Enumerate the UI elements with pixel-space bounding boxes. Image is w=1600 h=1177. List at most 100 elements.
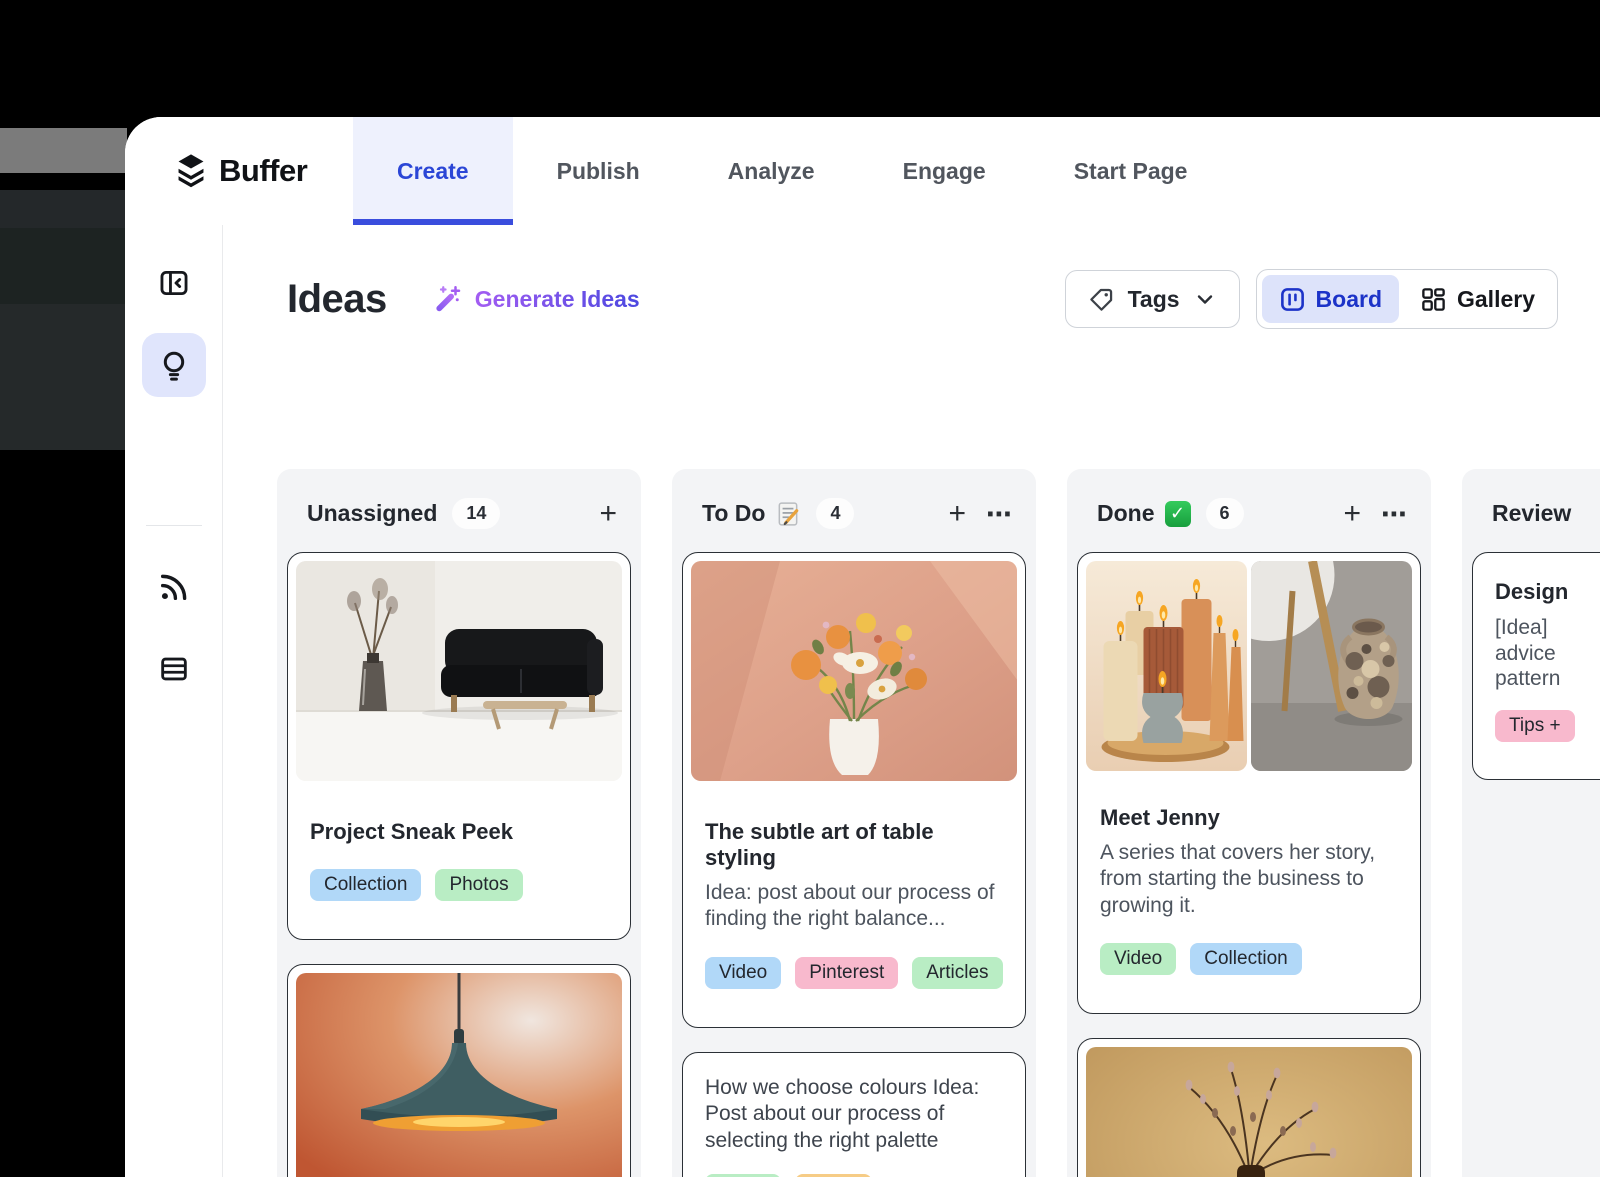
- card-list: Meet Jenny A series that covers her stor…: [1067, 531, 1431, 1177]
- card-tags: Tips +: [1495, 710, 1600, 742]
- tag-pinterest[interactable]: Pinterest: [795, 957, 898, 989]
- card-body: The subtle art of table styling Idea: po…: [683, 789, 1025, 1027]
- card-tags: Video Collection: [1100, 943, 1400, 975]
- column-title: To Do: [702, 500, 801, 527]
- idea-card[interactable]: All About Earth Tones: [1077, 1038, 1421, 1177]
- tab-publish[interactable]: Publish: [513, 117, 684, 225]
- top-navigation: Buffer Create Publish Analyze Engage Sta…: [125, 117, 1600, 225]
- page-title: Ideas: [287, 277, 387, 322]
- card-text-lines: [Idea] advice pattern: [1495, 615, 1600, 692]
- add-idea-button[interactable]: +: [948, 499, 966, 529]
- tab-analyze[interactable]: Analyze: [684, 117, 859, 225]
- tag-articles[interactable]: Articles: [912, 957, 1002, 989]
- card-image-dried-flowers-vase: [1086, 1047, 1412, 1177]
- generate-ideas-label: Generate Ideas: [475, 286, 640, 313]
- generate-ideas-button[interactable]: Generate Ideas: [433, 284, 640, 314]
- background-window-strip: [0, 228, 125, 304]
- chevron-down-icon: [1193, 287, 1217, 311]
- tag-video[interactable]: Video: [1100, 943, 1176, 975]
- tags-button-label: Tags: [1128, 286, 1180, 313]
- nav-tabs: Create Publish Analyze Engage Start Page: [353, 117, 1231, 225]
- gallery-view-label: Gallery: [1457, 286, 1535, 313]
- page-header: Ideas Generate Ideas: [287, 269, 1558, 329]
- collapse-panel-icon: [157, 266, 191, 300]
- card-image-row: [1086, 561, 1412, 771]
- card-body: Meet Jenny A series that covers her stor…: [1078, 779, 1420, 1013]
- card-title: Meet Jenny: [1100, 805, 1400, 831]
- rss-feed-icon: [157, 570, 191, 604]
- tag-photos[interactable]: Photos: [435, 869, 522, 901]
- card-list: Project Sneak Peek Collection Photos: [277, 531, 641, 1177]
- idea-card[interactable]: How we choose colours Idea: Post about o…: [682, 1052, 1026, 1177]
- sidebar-item-content[interactable]: [142, 637, 206, 701]
- tab-engage[interactable]: Engage: [859, 117, 1030, 225]
- tag-collection[interactable]: Collection: [1190, 943, 1301, 975]
- add-idea-button[interactable]: +: [1343, 499, 1361, 529]
- tags-filter-button[interactable]: Tags: [1065, 270, 1240, 328]
- collapse-sidebar-button[interactable]: [142, 251, 206, 315]
- column-review: Review Design [Idea] advice pattern: [1462, 469, 1600, 1177]
- card-tags: Collection Photos: [310, 869, 610, 901]
- column-menu-button[interactable]: ⋯: [986, 501, 1012, 527]
- card-body: How we choose colours Idea: Post about o…: [683, 1053, 1025, 1177]
- check-emoji: ✓: [1165, 501, 1191, 527]
- tag-video[interactable]: Video: [705, 957, 781, 989]
- gallery-grid-icon: [1420, 286, 1447, 313]
- column-header: Unassigned 14 +: [277, 469, 641, 531]
- card-title: Design: [1495, 579, 1600, 605]
- magic-wand-icon: [433, 284, 463, 314]
- idea-card[interactable]: Quick Room Makeovers Time-lapse or video…: [287, 964, 631, 1177]
- idea-card[interactable]: Project Sneak Peek Collection Photos: [287, 552, 631, 940]
- idea-card[interactable]: The subtle art of table styling Idea: po…: [682, 552, 1026, 1028]
- column-count-badge: 14: [452, 498, 500, 529]
- buffer-logo-icon: [173, 153, 209, 189]
- card-image-lit-candles: [1086, 561, 1247, 771]
- kanban-board-icon: [1279, 286, 1306, 313]
- card-image-living-room-sofa: [296, 561, 622, 781]
- column-done: Done ✓ 6 + ⋯: [1067, 469, 1431, 1177]
- background-window-strip: [0, 190, 125, 228]
- memo-emoji: [775, 501, 801, 527]
- card-image-rustic-vase: [1251, 561, 1412, 771]
- buffer-app-window: Buffer Create Publish Analyze Engage Sta…: [125, 117, 1600, 1177]
- buffer-logo[interactable]: Buffer: [173, 117, 307, 225]
- lightbulb-icon: [156, 347, 192, 383]
- gallery-view-button[interactable]: Gallery: [1403, 275, 1552, 323]
- card-tags: Video Pinterest Articles: [705, 957, 1005, 989]
- idea-card[interactable]: Meet Jenny A series that covers her stor…: [1077, 552, 1421, 1014]
- tag-icon: [1088, 286, 1115, 313]
- card-description: A series that covers her story, from sta…: [1100, 840, 1400, 919]
- card-list: The subtle art of table styling Idea: po…: [672, 531, 1036, 1177]
- column-title: Review: [1492, 500, 1571, 527]
- card-body: Design [Idea] advice pattern Tips +: [1473, 553, 1600, 770]
- background-window-strip: [0, 304, 125, 450]
- column-header: To Do 4 + ⋯: [672, 469, 1036, 531]
- sidebar-item-ideas[interactable]: [142, 333, 206, 397]
- tab-create[interactable]: Create: [353, 117, 513, 225]
- column-count-badge: 6: [1206, 498, 1244, 529]
- column-title: Unassigned: [307, 500, 437, 527]
- icon-sidebar: [125, 225, 223, 1177]
- column-count-badge: 4: [816, 498, 854, 529]
- sidebar-divider: [146, 525, 202, 526]
- column-header: Done ✓ 6 + ⋯: [1067, 469, 1431, 531]
- card-title: Project Sneak Peek: [310, 819, 610, 845]
- card-image-teal-pendant-lamp: [296, 973, 622, 1177]
- sidebar-item-feed[interactable]: [142, 555, 206, 619]
- column-menu-button[interactable]: ⋯: [1381, 501, 1407, 527]
- main-content: Ideas Generate Ideas: [223, 225, 1600, 1177]
- column-title: Done ✓: [1097, 500, 1191, 527]
- board-view-button[interactable]: Board: [1262, 275, 1399, 323]
- tag-tips[interactable]: Tips +: [1495, 710, 1575, 742]
- tab-start-page[interactable]: Start Page: [1030, 117, 1232, 225]
- column-header: Review: [1462, 469, 1600, 531]
- ideas-board: Unassigned 14 +: [277, 469, 1600, 1177]
- add-idea-button[interactable]: +: [599, 499, 617, 529]
- database-icon: [157, 652, 191, 686]
- idea-card[interactable]: Design [Idea] advice pattern Tips +: [1472, 552, 1600, 780]
- board-view-label: Board: [1316, 286, 1382, 313]
- tag-collection[interactable]: Collection: [310, 869, 421, 901]
- view-toggle: Board Gallery: [1256, 269, 1558, 329]
- header-actions: Tags Board: [1065, 269, 1558, 329]
- card-text: How we choose colours Idea: Post about o…: [705, 1075, 1005, 1154]
